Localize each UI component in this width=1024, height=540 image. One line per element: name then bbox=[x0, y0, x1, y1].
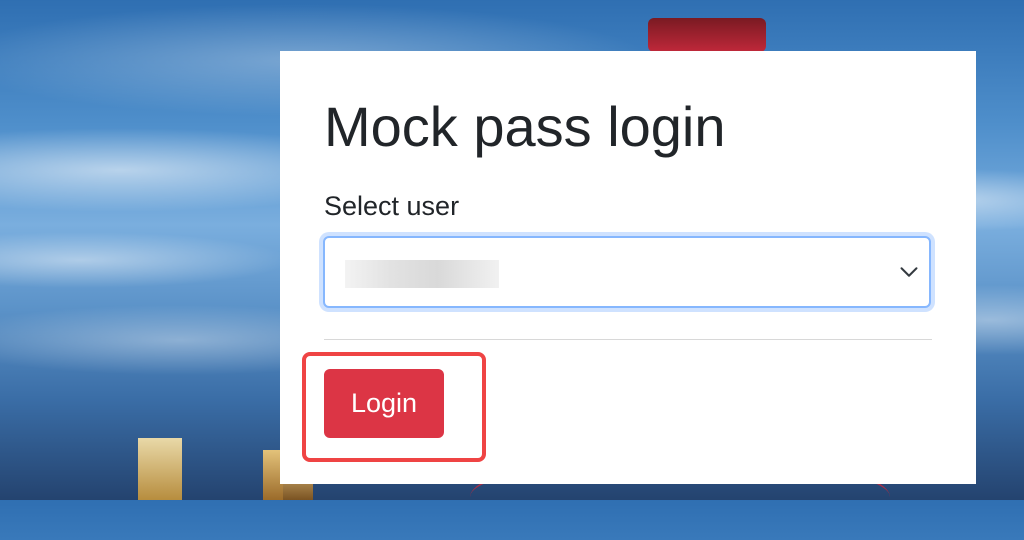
chevron-down-icon bbox=[900, 267, 918, 277]
background-building-top bbox=[648, 18, 766, 52]
user-select[interactable] bbox=[323, 236, 931, 308]
annotation-highlight-box bbox=[302, 352, 486, 462]
background-building bbox=[138, 438, 182, 500]
selected-user-value bbox=[345, 260, 499, 288]
divider bbox=[324, 339, 932, 340]
select-user-label: Select user bbox=[324, 191, 460, 221]
page-title: Mock pass login bbox=[324, 95, 726, 158]
